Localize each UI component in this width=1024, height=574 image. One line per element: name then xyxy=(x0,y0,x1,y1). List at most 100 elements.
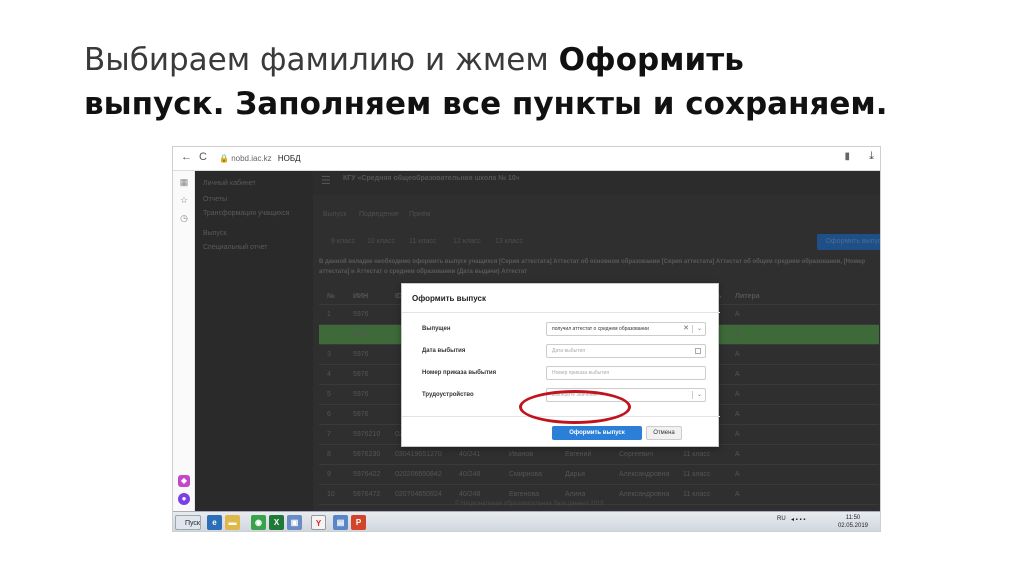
clock-time: 11:50 xyxy=(845,515,861,521)
table-cell: Евгенова xyxy=(509,491,539,498)
table-cell: Смирнова xyxy=(509,471,542,478)
folder-icon[interactable]: ▬ xyxy=(225,515,240,530)
sidebar-item-reports[interactable]: Отчеты xyxy=(203,195,303,204)
highlight-circle xyxy=(519,390,631,424)
dialog-title: Оформить выпуск xyxy=(412,294,486,303)
table-cell: А xyxy=(735,471,740,478)
table-cell: 6 xyxy=(327,411,331,418)
tab-admission[interactable]: Приём xyxy=(409,211,431,218)
sidebar-item-special[interactable]: Специальный отчет xyxy=(203,243,303,252)
slide-title-regular: Выбираем фамилию и жмем xyxy=(84,42,559,78)
released-label: Выпущен xyxy=(422,326,451,332)
reload-button[interactable]: C xyxy=(199,151,207,163)
sidebar-item-release[interactable]: Выпуск xyxy=(203,229,303,238)
table-cell: 5 xyxy=(327,391,331,398)
table-cell: 5976 xyxy=(353,331,369,338)
table-cell: Александровна xyxy=(619,491,670,498)
clock[interactable]: 11:50 02.05.2019 xyxy=(838,514,868,530)
filter-grade-13[interactable]: 13 класс xyxy=(495,238,523,245)
table-cell: А xyxy=(735,331,740,338)
table-cell: 8 xyxy=(327,451,331,458)
table-cell: А xyxy=(735,491,740,498)
table-cell: 5976230 xyxy=(353,451,381,458)
table-cell: 5976422 xyxy=(353,471,381,478)
cancel-button[interactable]: Отмена xyxy=(646,426,682,440)
order-number-placeholder: Номер приказа выбытия xyxy=(552,370,610,376)
leave-date-input[interactable]: Дата выбытия xyxy=(546,344,706,358)
table-cell: 9 xyxy=(327,471,331,478)
start-button[interactable]: Пуск xyxy=(175,515,201,530)
table-cell: 10 xyxy=(327,491,335,498)
column-header[interactable]: Литера xyxy=(735,293,760,300)
issue-release-button[interactable]: Оформить выпуск xyxy=(817,234,880,250)
table-cell: А xyxy=(735,451,740,458)
app-topbar: ☰ КГУ «Средняя общеобразовательная школа… xyxy=(313,171,880,195)
table-cell: Дарья xyxy=(565,471,585,478)
filter-grade-11[interactable]: 11 класс xyxy=(409,238,436,245)
grid-icon[interactable]: ▦ xyxy=(178,177,190,189)
sidebar-item-transform[interactable]: Трансформация учащихся xyxy=(203,209,303,218)
table-cell: 5976210 xyxy=(353,431,381,438)
table-cell: 1 xyxy=(327,311,331,318)
address-bar[interactable]: 🔒 nobd.iac.kz НОБД xyxy=(219,151,819,167)
table-cell: А xyxy=(735,431,740,438)
table-cell: 7 xyxy=(327,431,331,438)
order-number-label: Номер приказа выбытия xyxy=(422,370,497,376)
released-select[interactable]: получил аттестат о среднем образовании ✕… xyxy=(546,322,706,336)
column-header[interactable]: ИИН xyxy=(353,293,368,300)
yandex-icon[interactable]: Y xyxy=(311,515,326,530)
table-cell: 40/248 xyxy=(459,471,481,478)
assistant-icon[interactable]: ● xyxy=(178,493,190,505)
tray-icons[interactable]: ◂ ▪ ▪ ▪ xyxy=(791,516,805,523)
app-sidebar: Личный кабинет Отчеты Трансформация учащ… xyxy=(195,171,313,511)
clock-icon[interactable]: ◷ xyxy=(178,213,190,225)
screenshot: ← C 🔒 nobd.iac.kz НОБД ▮ ⤓ ▦ ☆ ◷ ◆ ● Лич… xyxy=(172,146,881,532)
filter-grade-12[interactable]: 12 класс xyxy=(453,238,481,245)
order-number-input[interactable]: Номер приказа выбытия xyxy=(546,366,706,380)
filter-grade-9[interactable]: 9 класс xyxy=(331,238,355,245)
chevron-down-icon[interactable]: ⌄ xyxy=(697,389,702,401)
menu-icon[interactable]: ☰ xyxy=(321,174,331,187)
leave-date-label: Дата выбытия xyxy=(422,348,466,354)
clock-date: 02.05.2019 xyxy=(837,523,868,529)
table-cell: Иванов xyxy=(509,451,534,458)
table-cell: А xyxy=(735,391,740,398)
back-button[interactable]: ← xyxy=(181,151,192,163)
app-icon[interactable]: ◆ xyxy=(178,475,190,487)
calendar-icon[interactable] xyxy=(695,348,701,354)
chevron-down-icon[interactable]: ⌄ xyxy=(697,323,702,335)
ie-icon[interactable]: e xyxy=(207,515,222,530)
table-row[interactable]: 8 5976230 030419651270 40/241 Иванов Евгений С… xyxy=(319,445,879,465)
table-cell: А xyxy=(735,351,740,358)
chrome-icon[interactable]: ◉ xyxy=(251,515,266,530)
excel-icon[interactable]: X xyxy=(269,515,284,530)
bookmark-icon[interactable]: ▮ xyxy=(844,151,850,162)
table-cell: 40/248 xyxy=(459,491,481,498)
filter-grade-10[interactable]: 10 класс xyxy=(367,238,395,245)
table-cell: 11 класс xyxy=(683,451,711,458)
window-icon[interactable]: ▤ xyxy=(333,515,348,530)
tab-release[interactable]: Выпуск xyxy=(323,211,346,218)
tab-summary[interactable]: Подведение xyxy=(359,211,399,218)
program-icon[interactable]: ▣ xyxy=(287,515,302,530)
powerpoint-icon[interactable]: P xyxy=(351,515,366,530)
star-icon[interactable]: ☆ xyxy=(178,195,190,207)
app-area: Личный кабинет Отчеты Трансформация учащ… xyxy=(195,171,880,511)
column-header[interactable]: № xyxy=(327,293,335,300)
table-cell: Сергеевич xyxy=(619,451,654,458)
table-cell: 11 класс xyxy=(683,491,711,498)
language-indicator[interactable]: RU xyxy=(777,516,786,522)
slide-title-bold-1: Оформить xyxy=(558,42,744,78)
browser-sidebar: ▦ ☆ ◷ ◆ ● xyxy=(173,171,195,511)
slide-title-bold-2: выпуск. Заполняем все пункты и сохраняем… xyxy=(84,86,888,122)
table-cell: 3 xyxy=(327,351,331,358)
download-icon[interactable]: ⤓ xyxy=(869,150,874,163)
lock-icon: 🔒 xyxy=(219,154,229,163)
sidebar-item-cabinet[interactable]: Личный кабинет xyxy=(203,179,303,188)
table-cell: 4 xyxy=(327,371,331,378)
table-cell: А xyxy=(735,311,740,318)
issue-release-submit-button[interactable]: Оформить выпуск xyxy=(552,426,642,440)
select-divider xyxy=(692,325,693,333)
clear-icon[interactable]: ✕ xyxy=(683,323,689,335)
table-row[interactable]: 9 5976422 020206650842 40/248 Смирнова Дарья А… xyxy=(319,465,879,485)
